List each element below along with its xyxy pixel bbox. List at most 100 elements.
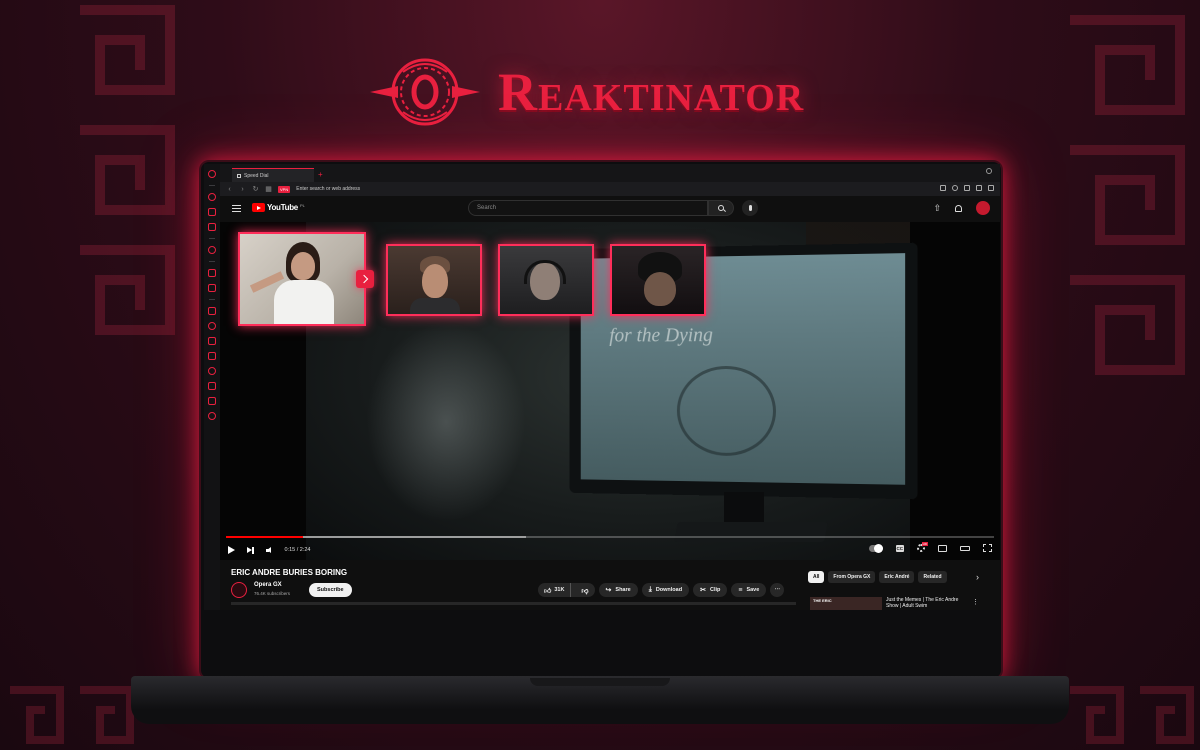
facecam-3[interactable] (498, 244, 594, 316)
thumbs-up-icon: 👍︎ (544, 587, 552, 595)
sidebar-separator (209, 261, 215, 262)
speed-dial-icon (237, 173, 241, 178)
like-button[interactable]: 👍︎ 31K (538, 583, 572, 597)
address-actions (940, 185, 994, 191)
chip-from-opera-gx[interactable]: From Opera GX (828, 571, 876, 583)
video-details: ERIC ANDRE BURIES BORING Opera GX 76.4K … (220, 560, 1000, 610)
clip-label: Clip (709, 587, 721, 593)
account-icon[interactable] (952, 185, 958, 191)
back-icon[interactable]: ‹ (226, 186, 233, 193)
settings-icon[interactable] (208, 412, 216, 420)
apps-icon[interactable] (208, 307, 216, 315)
download-arrow-icon: ⤓ (648, 586, 652, 593)
history-icon[interactable] (208, 367, 216, 375)
download-label: Download (655, 587, 683, 593)
background-pattern-bottom-right (1060, 680, 1200, 750)
brand-logo: Reaktinator (368, 52, 804, 132)
video-progress-bar[interactable] (226, 536, 994, 538)
recommendation-thumbnail[interactable]: THE ERIC (810, 597, 882, 610)
gx-corner-icon[interactable] (208, 208, 216, 216)
channel-name[interactable]: Opera GX (254, 582, 282, 588)
fullscreen-icon[interactable] (983, 544, 992, 552)
dislike-button[interactable]: 👎︎ (575, 586, 594, 595)
chip-all[interactable]: All (808, 571, 825, 583)
background-pattern-right (1050, 0, 1200, 400)
more-actions-button[interactable]: ⋯ (770, 583, 785, 597)
download-bar-icon[interactable] (976, 185, 982, 191)
address-bar: ‹ › ↻ ▦ VPN Enter search or web address (220, 182, 1000, 196)
facecam-main[interactable] (238, 232, 366, 326)
download-icon[interactable] (208, 382, 216, 390)
browser-sidebar (204, 164, 220, 610)
pin-icon[interactable] (208, 352, 216, 360)
more-vertical-icon[interactable]: ⋮ (972, 598, 979, 606)
miniplayer-icon[interactable] (938, 544, 947, 552)
facecam-next-button[interactable] (356, 270, 374, 288)
browser-tabbar: Speed Dial + (220, 164, 1000, 182)
channel-avatar[interactable] (231, 582, 247, 598)
theater-mode-icon[interactable] (960, 545, 970, 551)
next-icon[interactable] (247, 547, 254, 554)
thumbs-down-icon: 👎︎ (581, 587, 589, 595)
download-button[interactable]: ⤓ Download (641, 583, 690, 597)
facecam-body (274, 280, 334, 324)
search-input[interactable]: Search (468, 200, 708, 216)
playlist-add-icon: ≡ (738, 586, 743, 594)
telegram-icon[interactable] (208, 269, 216, 277)
background-pattern-bottom-left (0, 680, 140, 750)
globe-icon (676, 365, 777, 457)
youtube-header: YouTube PL Search ⇧ (220, 196, 1000, 222)
notifications-icon[interactable] (955, 204, 962, 212)
new-tab-icon[interactable]: + (318, 168, 323, 182)
chip-related[interactable]: Related (918, 571, 947, 583)
heart-icon[interactable] (208, 322, 216, 330)
video-progress-fill (226, 536, 303, 538)
youtube-logo[interactable]: YouTube PL (252, 203, 305, 212)
video-scene-text: for the Dying (609, 324, 713, 347)
share-icon: ↪ (605, 587, 612, 594)
chevron-right-icon[interactable]: › (976, 572, 979, 582)
address-input[interactable]: Enter search or web address (296, 186, 360, 192)
captions-icon[interactable]: CC (895, 544, 904, 552)
vpn-badge[interactable]: VPN (278, 185, 291, 193)
share-button[interactable]: ↪ Share (598, 583, 638, 597)
video-player[interactable]: for the Dying 0:15 / 2:24 CC HD (220, 222, 1000, 560)
facecam-face (644, 272, 676, 306)
facecam-4[interactable] (610, 244, 706, 316)
recommendation-title[interactable]: Just the Memes | The Eric Andre Show | A… (886, 597, 966, 609)
search-button[interactable] (708, 200, 734, 216)
speed-dial-grid-icon[interactable]: ▦ (265, 185, 272, 193)
twitch-icon[interactable] (208, 223, 216, 231)
avatar[interactable] (976, 201, 990, 215)
description-box[interactable] (231, 602, 796, 605)
menu-icon[interactable] (988, 185, 994, 191)
hamburger-menu-icon[interactable] (232, 205, 241, 212)
reload-icon[interactable]: ↻ (252, 185, 259, 193)
forward-icon[interactable]: › (239, 186, 246, 193)
clip-button[interactable]: ✂ Clip (693, 583, 728, 597)
wallet-icon[interactable] (964, 185, 970, 191)
instagram-icon[interactable] (208, 284, 216, 292)
upload-icon[interactable]: ⇧ (933, 203, 941, 214)
video-time: 0:15 / 2:24 (284, 547, 311, 553)
tab-speed-dial[interactable]: Speed Dial (232, 168, 314, 182)
facecam-2[interactable] (386, 244, 482, 316)
cube-icon[interactable] (208, 397, 216, 405)
player-icon[interactable] (208, 337, 216, 345)
tab-title: Speed Dial (244, 172, 269, 179)
voice-search-icon[interactable] (742, 200, 758, 216)
subscribe-button[interactable]: Subscribe (309, 583, 352, 597)
save-button[interactable]: ≡ Save (731, 583, 767, 597)
opera-logo-icon[interactable] (208, 170, 216, 178)
more-icon: ⋯ (774, 587, 781, 593)
chip-eric-andre[interactable]: Eric André (879, 571, 915, 583)
play-icon[interactable] (228, 546, 235, 554)
autoplay-toggle[interactable] (868, 543, 883, 553)
gx-control-icon[interactable] (208, 193, 216, 201)
volume-icon[interactable] (265, 546, 273, 554)
camera-icon[interactable] (940, 185, 946, 191)
settings-gear-icon[interactable]: HD (917, 542, 928, 552)
sidebar-separator (209, 299, 215, 300)
tiktok-icon[interactable] (208, 246, 216, 254)
tab-search-icon[interactable] (986, 168, 992, 174)
